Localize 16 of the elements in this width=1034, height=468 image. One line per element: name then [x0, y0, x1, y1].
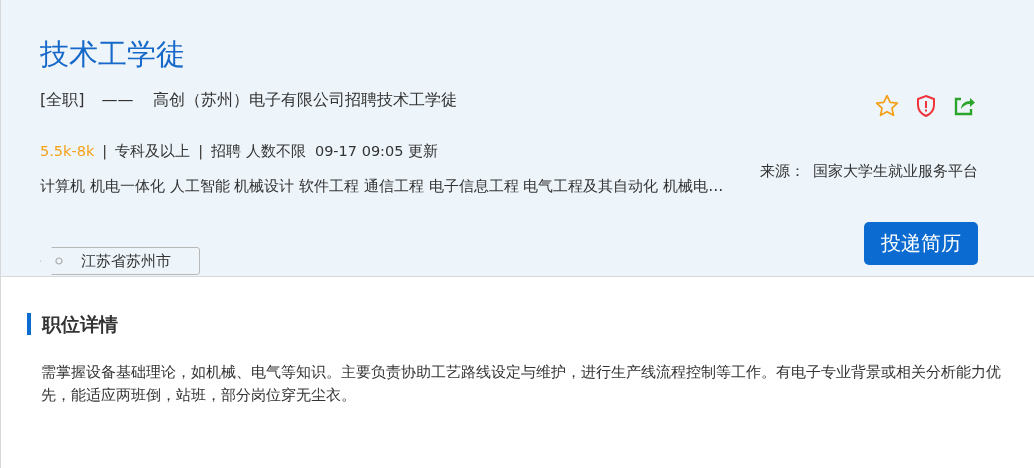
job-meta-item: 招聘 人数不限 09-17 09:05 更新 — [211, 143, 439, 160]
separator: | — [102, 143, 108, 160]
section-heading: 职位详情 — [27, 313, 1014, 335]
job-title: 技术工学徒 — [40, 36, 186, 73]
location-tag: 江苏省苏州市 — [40, 247, 200, 275]
separator: | — [198, 143, 204, 160]
tag-hole-icon — [55, 257, 63, 265]
dash-separator: —— — [101, 89, 134, 109]
source-name: 国家大学生就业服务平台 — [813, 161, 978, 180]
job-description: 需掌握设备基础理论，如机械、电气等知识。主要负责协助工艺路线设定与维护，进行生产线流程控制等工作。有电子专业背景或相关分析能力优先，能适应两班倒，站班，部分岗位穿无尘衣。 — [40, 362, 1002, 406]
job-meta-item: 专科及以上 — [115, 143, 191, 160]
salary-range: 5.5k-8k — [40, 143, 95, 160]
job-type: [全职] — [40, 89, 85, 109]
shield-warning-icon[interactable] — [914, 93, 938, 120]
company-line: 高创（苏州）电子有限公司招聘技术工学徒 — [152, 89, 457, 109]
apply-button[interactable]: 投递简历 — [864, 222, 978, 266]
